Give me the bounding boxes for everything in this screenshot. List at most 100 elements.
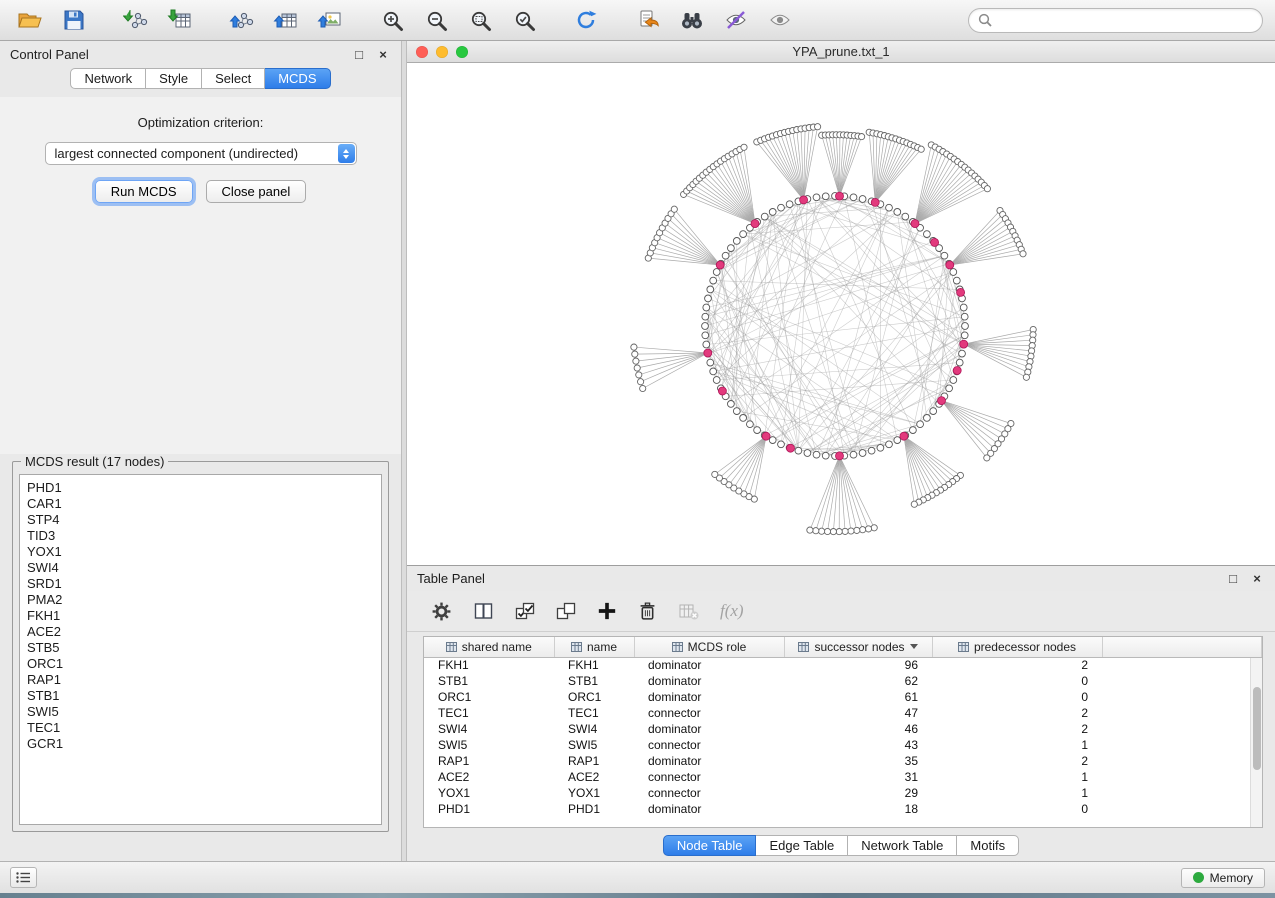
close-panel-button[interactable]: Close panel [206,180,307,203]
table-cell[interactable]: connector [634,737,784,753]
refresh-button[interactable] [568,4,604,36]
maximize-window-icon[interactable] [456,46,468,58]
table-cell[interactable]: dominator [634,801,784,817]
minimize-window-icon[interactable] [436,46,448,58]
table-cell[interactable]: connector [634,769,784,785]
mcds-result-item[interactable]: TEC1 [20,720,381,736]
table-cell[interactable]: SWI4 [424,721,554,737]
table-cell[interactable]: 47 [784,705,932,721]
tab-mcds[interactable]: MCDS [265,68,330,89]
mcds-result-item[interactable]: ACE2 [20,624,381,640]
mcds-result-item[interactable]: SWI4 [20,560,381,576]
table-cell[interactable]: 1 [932,769,1102,785]
table-cell[interactable]: 18 [784,801,932,817]
run-mcds-button[interactable]: Run MCDS [95,180,193,203]
table-cell[interactable]: ORC1 [554,689,634,705]
column-header[interactable]: successor nodes [784,637,932,657]
table-cell[interactable]: 2 [932,721,1102,737]
table-cell[interactable]: TEC1 [554,705,634,721]
table-cell[interactable]: PHD1 [554,801,634,817]
table-cell[interactable]: connector [634,785,784,801]
table-settings-button[interactable] [431,601,452,622]
table-cell[interactable]: YOX1 [554,785,634,801]
table-cell[interactable]: 2 [932,657,1102,673]
tab-select[interactable]: Select [202,68,265,89]
close-window-icon[interactable] [416,46,428,58]
table-cell[interactable]: dominator [634,689,784,705]
show-panels-button[interactable] [10,867,37,888]
table-cell[interactable]: RAP1 [554,753,634,769]
mcds-result-item[interactable]: FKH1 [20,608,381,624]
import-network-button[interactable] [118,4,154,36]
delete-column-button[interactable] [638,601,657,622]
mcds-result-item[interactable]: SRD1 [20,576,381,592]
table-cell[interactable]: SWI4 [554,721,634,737]
export-table-button[interactable] [268,4,304,36]
table-cell[interactable]: ACE2 [424,769,554,785]
search-input[interactable] [998,13,1253,28]
optimization-select[interactable]: largest connected component (undirected) [45,142,357,165]
zoom-out-button[interactable] [418,4,454,36]
table-row[interactable]: SWI4SWI4dominator462 [424,721,1262,737]
add-column-button[interactable] [597,601,617,621]
tab-edge-table[interactable]: Edge Table [756,835,848,856]
table-cell[interactable]: ORC1 [424,689,554,705]
tab-style[interactable]: Style [146,68,202,89]
export-image-button[interactable] [312,4,348,36]
table-cell[interactable]: RAP1 [424,753,554,769]
mcds-result-item[interactable]: STB1 [20,688,381,704]
table-cell[interactable]: PHD1 [424,801,554,817]
table-cell[interactable]: 1 [932,737,1102,753]
export-network-button[interactable] [224,4,260,36]
open-session-button[interactable] [12,4,48,36]
table-cell[interactable]: 46 [784,721,932,737]
mcds-result-item[interactable]: ORC1 [20,656,381,672]
table-row[interactable]: STB1STB1dominator620 [424,673,1262,689]
table-cell[interactable]: 61 [784,689,932,705]
import-table-button[interactable] [162,4,198,36]
table-cell[interactable]: 31 [784,769,932,785]
table-cell[interactable]: STB1 [424,673,554,689]
mcds-result-list[interactable]: PHD1CAR1STP4TID3YOX1SWI4SRD1PMA2FKH1ACE2… [19,474,382,825]
table-cell[interactable]: 35 [784,753,932,769]
tab-network[interactable]: Network [70,68,146,89]
tab-node-table[interactable]: Node Table [663,835,757,856]
tab-network-table[interactable]: Network Table [848,835,957,856]
table-cell[interactable]: SWI5 [424,737,554,753]
table-cell[interactable]: ACE2 [554,769,634,785]
close-table-panel-icon[interactable]: × [1249,571,1265,586]
hide-results-button[interactable] [718,4,754,36]
save-session-button[interactable] [56,4,92,36]
global-search-field[interactable] [968,8,1263,33]
mcds-result-item[interactable]: RAP1 [20,672,381,688]
table-row[interactable]: ORC1ORC1dominator610 [424,689,1262,705]
mcds-result-item[interactable]: PMA2 [20,592,381,608]
table-row[interactable]: TEC1TEC1connector472 [424,705,1262,721]
mcds-result-item[interactable]: STP4 [20,512,381,528]
table-cell[interactable]: 0 [932,801,1102,817]
table-cell[interactable]: 96 [784,657,932,673]
float-panel-icon[interactable]: □ [351,47,367,62]
mcds-result-item[interactable]: GCR1 [20,736,381,752]
zoom-in-button[interactable] [374,4,410,36]
table-row[interactable]: ACE2ACE2connector311 [424,769,1262,785]
share-document-button[interactable] [630,4,666,36]
table-row[interactable]: RAP1RAP1dominator352 [424,753,1262,769]
table-row[interactable]: SWI5SWI5connector431 [424,737,1262,753]
table-cell[interactable]: 2 [932,753,1102,769]
show-results-button[interactable] [762,4,798,36]
table-row[interactable]: FKH1FKH1dominator962 [424,657,1262,673]
table-cell[interactable]: FKH1 [554,657,634,673]
table-cell[interactable]: connector [634,705,784,721]
memory-button[interactable]: Memory [1181,868,1265,888]
search-network-button[interactable] [674,4,710,36]
zoom-selected-button[interactable] [506,4,542,36]
table-cell[interactable]: 0 [932,689,1102,705]
table-cell[interactable]: 1 [932,785,1102,801]
mcds-result-item[interactable]: PHD1 [20,480,381,496]
table-cell[interactable]: dominator [634,753,784,769]
mcds-result-item[interactable]: SWI5 [20,704,381,720]
split-table-view-button[interactable] [473,601,494,621]
table-cell[interactable]: 2 [932,705,1102,721]
table-row[interactable]: PHD1PHD1dominator180 [424,801,1262,817]
